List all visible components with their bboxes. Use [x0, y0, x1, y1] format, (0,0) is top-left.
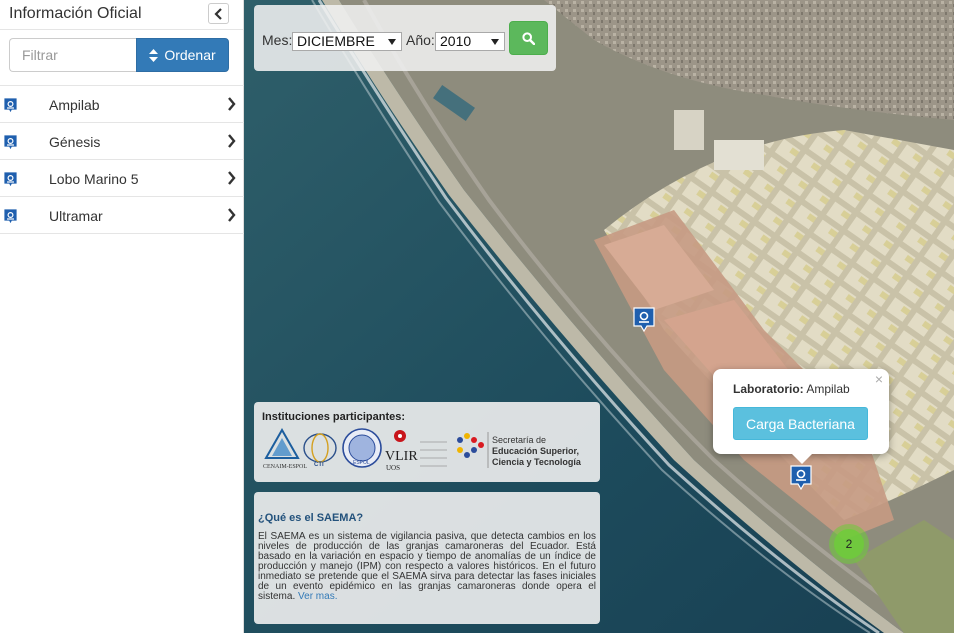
year-select-value: 2010 — [440, 33, 472, 49]
vlir-logo: VLIR UOS — [385, 430, 447, 472]
microscope-marker-icon — [3, 97, 18, 114]
list-item[interactable]: Génesis — [0, 123, 244, 160]
read-more-link[interactable]: Ver mas. — [298, 591, 337, 602]
cti-logo: CTI — [303, 433, 337, 468]
search-icon — [522, 31, 535, 45]
filter-input[interactable] — [9, 38, 136, 72]
list-item[interactable]: Lobo Marino 5 — [0, 160, 244, 197]
senescyt-logo: Secretaría de Educación Superior, Cienci… — [457, 432, 582, 468]
microscope-marker-icon — [3, 134, 18, 151]
year-select[interactable]: 2010 — [435, 32, 505, 51]
lab-popup: × Laboratorio: Ampilab Carga Bacteriana — [713, 369, 889, 464]
sort-button[interactable]: Ordenar — [136, 38, 229, 72]
about-title: ¿Qué es el SAEMA? — [258, 512, 364, 524]
chevron-right-icon — [228, 97, 236, 111]
microscope-marker-icon[interactable] — [633, 307, 655, 332]
list-item-label: Ampilab — [49, 97, 100, 113]
satellite-map[interactable]: 2 Mes: DICIEMBRE Año: 2010 Instituciones… — [244, 0, 954, 633]
month-label: Mes: — [262, 32, 293, 48]
popup-lab-line: Laboratorio: Ampilab — [733, 382, 850, 396]
close-icon[interactable]: × — [875, 371, 883, 387]
sidebar: Información Oficial Ordenar Ampilab Géne… — [0, 0, 244, 633]
chevron-right-icon — [228, 134, 236, 148]
month-select[interactable]: DICIEMBRE — [292, 32, 402, 51]
espol-text: ESPOL — [353, 460, 370, 466]
sidebar-title: Información Oficial — [9, 5, 142, 22]
filter-group: Ordenar — [9, 38, 229, 72]
cti-text: CTI — [314, 462, 324, 468]
microscope-marker-icon[interactable] — [790, 465, 812, 490]
caret-down-icon — [388, 39, 396, 45]
cluster-count: 2 — [834, 529, 864, 559]
institutions-title: Instituciones participantes: — [262, 411, 406, 423]
institutions-panel: Instituciones participantes: CENAIM-ESPO… — [254, 402, 600, 482]
date-filter-panel: Mes: DICIEMBRE Año: 2010 — [254, 5, 556, 71]
about-panel: ¿Qué es el SAEMA? El SAEMA es un sistema… — [254, 492, 600, 624]
sort-icon — [149, 48, 159, 62]
chevron-right-icon — [228, 208, 236, 222]
collapse-sidebar-button[interactable] — [208, 3, 229, 24]
year-label: Año: — [406, 32, 435, 48]
marker-cluster[interactable]: 2 — [829, 524, 869, 564]
senescyt-text-1: Secretaría de — [492, 435, 546, 445]
caret-down-icon — [491, 39, 499, 45]
list-item-label: Ultramar — [49, 208, 103, 224]
senescyt-text-2: Educación Superior, — [492, 446, 579, 456]
bacterial-load-button[interactable]: Carga Bacteriana — [733, 407, 868, 440]
uos-text: UOS — [386, 464, 400, 472]
chevron-left-icon — [213, 7, 222, 20]
senescyt-text-3: Ciencia y Tecnología — [492, 457, 582, 467]
microscope-marker-icon — [3, 208, 18, 225]
sidebar-header: Información Oficial — [0, 0, 243, 30]
espol-logo: ESPOL — [342, 428, 382, 468]
cenaim-text: CENAIM-ESPOL — [263, 464, 307, 470]
popup-lab-value: Ampilab — [806, 382, 850, 396]
search-button[interactable] — [509, 21, 548, 55]
cenaim-logo: CENAIM-ESPOL — [263, 428, 307, 470]
list-item-label: Lobo Marino 5 — [49, 171, 139, 187]
vlir-text: VLIR — [385, 449, 418, 464]
chevron-right-icon — [228, 171, 236, 185]
list-item[interactable]: Ultramar — [0, 197, 244, 234]
lab-list: Ampilab Génesis Lobo Marino 5 Ultramar — [0, 85, 244, 234]
list-item[interactable]: Ampilab — [0, 86, 244, 123]
popup-lab-label: Laboratorio: — [733, 382, 804, 396]
month-select-value: DICIEMBRE — [297, 33, 375, 49]
microscope-marker-icon — [3, 171, 18, 188]
about-text: El SAEMA es un sistema de vigilancia pas… — [258, 532, 596, 602]
institution-logos: CENAIM-ESPOL CTI ESPOL VLIR UOS Secretar… — [263, 428, 582, 472]
list-item-label: Génesis — [49, 134, 101, 150]
sort-button-label: Ordenar — [164, 47, 216, 63]
